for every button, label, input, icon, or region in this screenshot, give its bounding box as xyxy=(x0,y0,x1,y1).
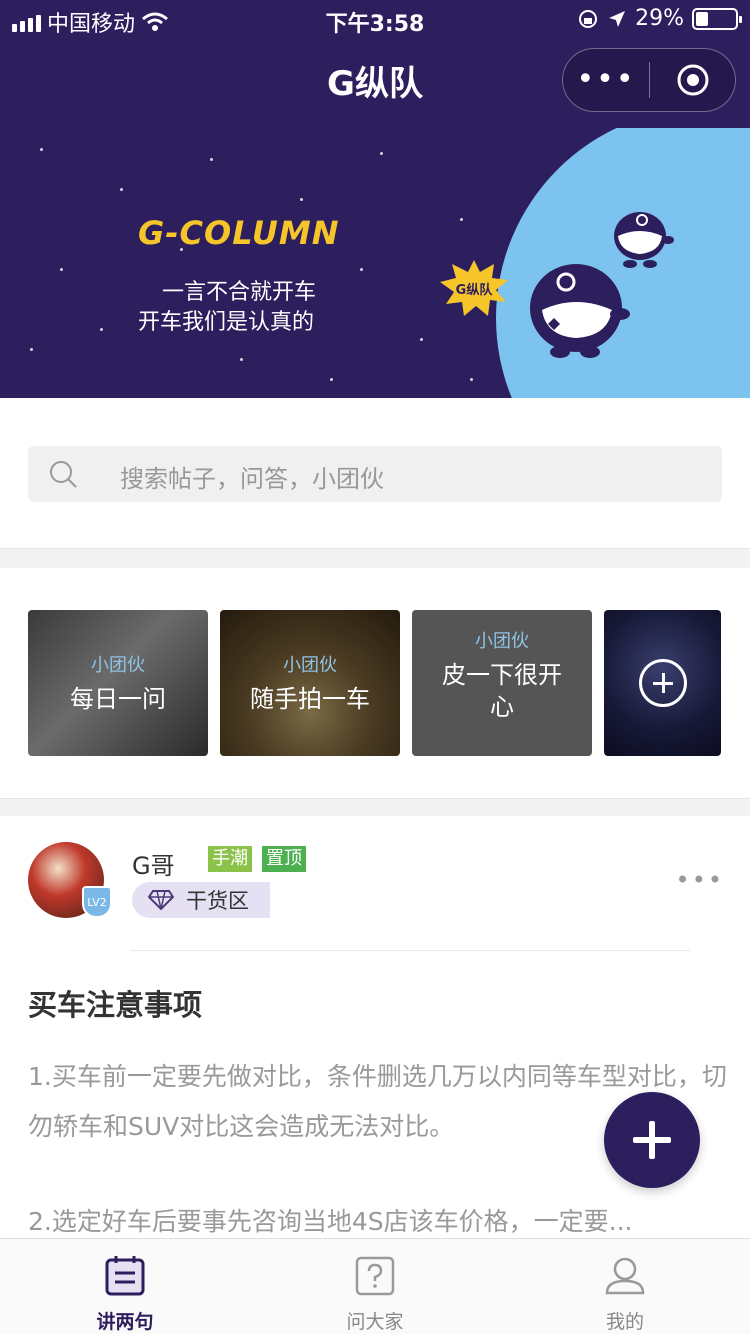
create-post-button[interactable] xyxy=(604,1092,700,1188)
section-divider xyxy=(0,798,750,816)
tab-me[interactable]: 我的 xyxy=(500,1239,750,1334)
group-name: 每日一问 xyxy=(70,685,166,713)
svg-text:G纵队: G纵队 xyxy=(456,282,494,298)
diamond-icon xyxy=(148,890,174,910)
status-bar: 中国移动 下午3:58 29% xyxy=(0,0,750,40)
group-list: 小团伙 每日一问 小团伙 随手拍一车 小团伙 皮一下很开心 xyxy=(28,610,721,756)
section-divider xyxy=(0,548,750,568)
user-icon xyxy=(605,1257,645,1295)
tab-ask[interactable]: 问大家 xyxy=(250,1239,500,1334)
group-card-car-photos[interactable]: 小团伙 随手拍一车 xyxy=(220,610,400,756)
plus-circle-icon xyxy=(638,659,687,707)
mini-program-capsule: ••• xyxy=(562,48,736,112)
post-divider xyxy=(130,950,690,951)
post-more-button[interactable]: ••• xyxy=(676,866,724,894)
level-badge: LV2 xyxy=(82,886,112,918)
hero-banner[interactable]: G-COLUMN 一言不合就开车 开车我们是认真的 G纵队 xyxy=(0,128,750,398)
search-placeholder: 搜索帖子，问答，小团伙 xyxy=(120,465,384,493)
search-icon xyxy=(50,461,77,488)
banner-slogan-1: 一言不合就开车 xyxy=(162,280,317,305)
group-card-fun[interactable]: 小团伙 皮一下很开心 xyxy=(412,610,592,756)
group-name: 皮一下很开心 xyxy=(442,661,562,721)
banner-slogan-2: 开车我们是认真的 xyxy=(138,310,315,335)
chat-list-icon xyxy=(105,1256,145,1296)
group-tag: 小团伙 xyxy=(475,631,529,652)
post-title[interactable]: 买车注意事项 xyxy=(28,982,202,1024)
mascot-small-icon xyxy=(614,212,674,268)
banner-title: G-COLUMN xyxy=(138,214,340,252)
group-card-daily-question[interactable]: 小团伙 每日一问 xyxy=(28,610,208,756)
battery-icon xyxy=(692,7,742,30)
more-menu-button[interactable]: ••• xyxy=(563,48,649,112)
group-name: 随手拍一车 xyxy=(250,685,370,713)
add-group-button[interactable] xyxy=(604,610,721,756)
location-arrow-icon xyxy=(609,10,626,27)
target-icon xyxy=(677,64,708,96)
tab-talk[interactable]: 讲两句 xyxy=(0,1239,250,1334)
author-name[interactable]: G哥 xyxy=(132,846,175,881)
tab-label: 问大家 xyxy=(346,1311,404,1333)
question-icon xyxy=(355,1256,395,1296)
battery-percent: 29% xyxy=(635,6,684,31)
group-tag: 小团伙 xyxy=(91,655,145,676)
top-bar: 中国移动 下午3:58 29% G纵队 ••• xyxy=(0,0,750,128)
zone-label: 干货区 xyxy=(186,889,249,913)
mascot-large-icon xyxy=(530,264,630,358)
search-bar[interactable]: 搜索帖子，问答，小团伙 xyxy=(28,446,722,502)
badge-trendy: 手潮 xyxy=(208,846,252,872)
badge-pinned: 置顶 xyxy=(262,846,306,872)
zone-tag[interactable]: 干货区 xyxy=(132,882,270,918)
close-mini-program-button[interactable] xyxy=(650,63,735,97)
group-tag: 小团伙 xyxy=(283,655,337,676)
tab-label: 我的 xyxy=(605,1311,644,1333)
tab-label: 讲两句 xyxy=(96,1311,154,1333)
burst-badge-icon: G纵队 xyxy=(440,260,508,316)
tab-bar: 讲两句 问大家 我的 xyxy=(0,1238,750,1334)
orientation-lock-icon xyxy=(579,9,598,28)
